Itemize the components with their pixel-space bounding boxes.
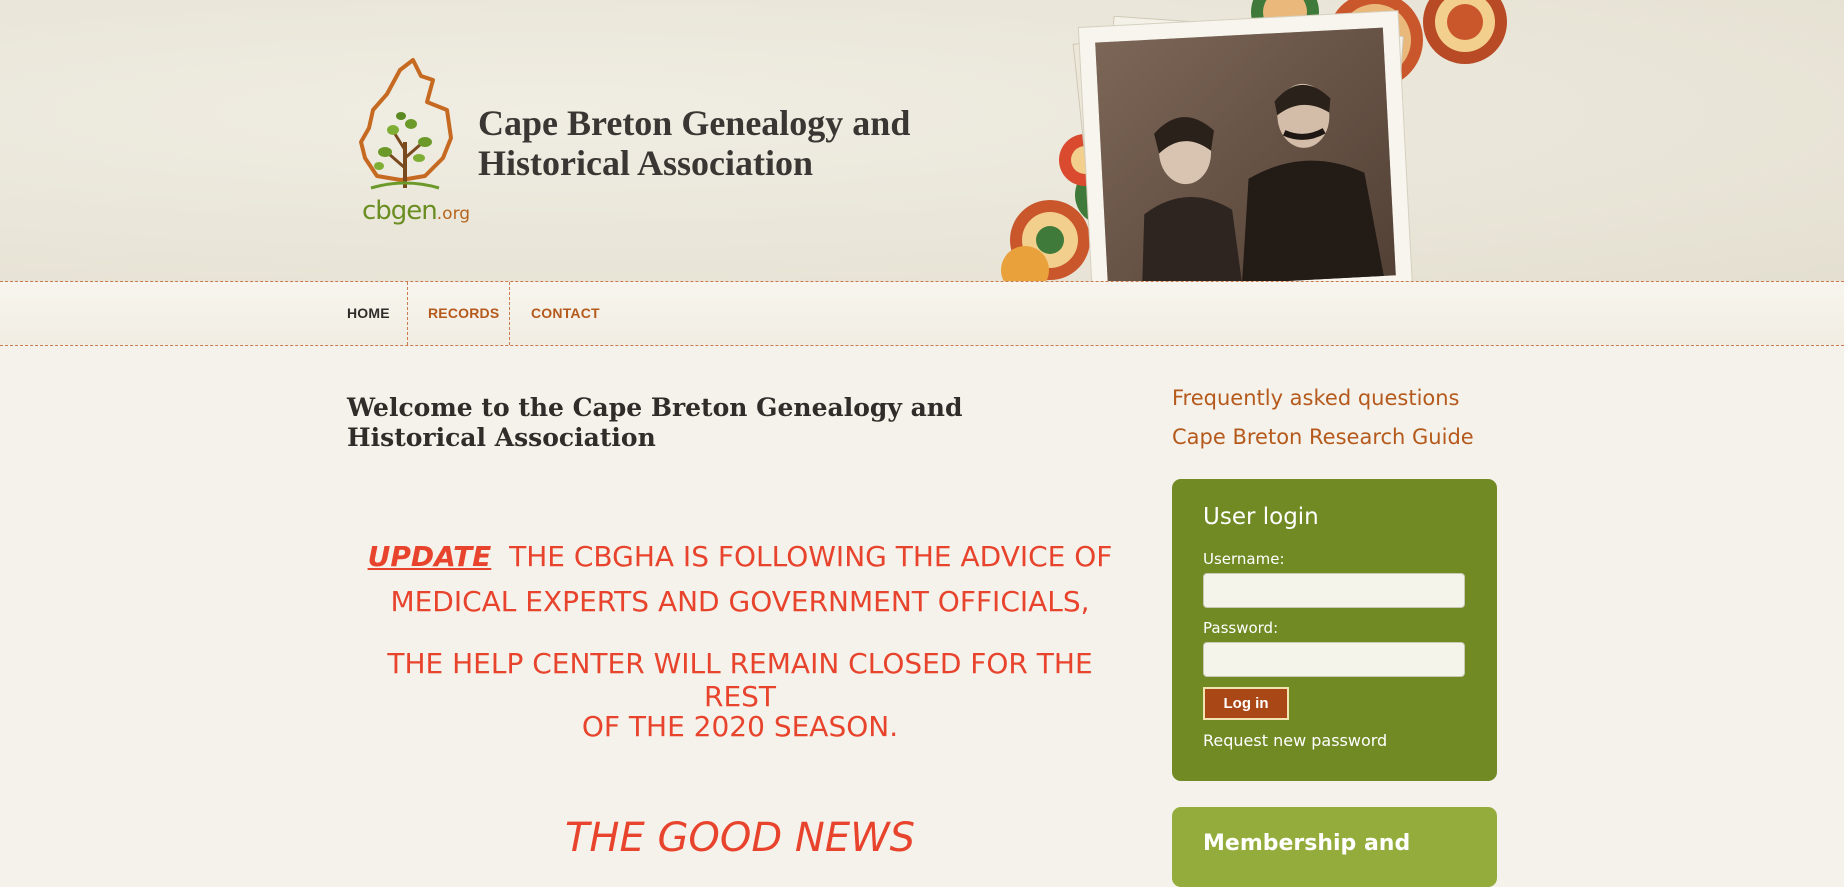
nav-contact[interactable]: CONTACT xyxy=(531,282,600,345)
username-label: Username: xyxy=(1203,550,1285,568)
logo-wordmark: cbgen.org xyxy=(362,196,470,226)
page-title: Welcome to the Cape Breton Genealogy and… xyxy=(347,393,963,452)
nav-divider xyxy=(509,282,510,345)
membership-block: Membership and xyxy=(1172,807,1497,887)
nav-home[interactable]: HOME xyxy=(347,282,390,345)
membership-title: Membership and xyxy=(1203,831,1411,856)
request-password-link[interactable]: Request new password xyxy=(1203,731,1387,750)
notice-line-1: UPDATE THE CBGHA IS FOLLOWING THE ADVICE… xyxy=(350,540,1130,573)
username-input[interactable] xyxy=(1203,573,1465,608)
good-news-heading: THE GOOD NEWS xyxy=(564,815,916,861)
password-label: Password: xyxy=(1203,619,1279,637)
main-nav: HOME RECORDS CONTACT xyxy=(0,281,1844,346)
password-input[interactable] xyxy=(1203,642,1465,677)
update-label: UPDATE xyxy=(367,540,492,573)
logo-suffix: .org xyxy=(436,204,471,224)
nav-records[interactable]: RECORDS xyxy=(428,282,499,345)
notice-text-1: THE CBGHA IS FOLLOWING THE ADVICE OF xyxy=(509,540,1113,573)
research-guide-link[interactable]: Cape Breton Research Guide xyxy=(1172,425,1474,449)
site-name[interactable]: Cape Breton Genealogy and Historical Ass… xyxy=(478,103,938,183)
nav-divider xyxy=(407,282,408,345)
notice-line-4: OF THE 2020 SEASON. xyxy=(581,710,899,743)
notice-line-2: MEDICAL EXPERTS AND GOVERNMENT OFFICIALS… xyxy=(390,585,1090,618)
site-header: cbgen.org Cape Breton Genealogy and Hist… xyxy=(0,0,1844,281)
notice-line-3: THE HELP CENTER WILL REMAIN CLOSED FOR T… xyxy=(387,647,1093,713)
faq-link[interactable]: Frequently asked questions xyxy=(1172,386,1460,410)
login-title: User login xyxy=(1203,504,1319,530)
site-name-line2: Historical Association xyxy=(478,143,813,183)
login-button[interactable]: Log in xyxy=(1203,687,1289,720)
user-login-block: User login Username: Password: Log in Re… xyxy=(1172,479,1497,781)
site-name-line1: Cape Breton Genealogy and xyxy=(478,103,911,143)
logo-text: cbgen xyxy=(362,196,438,226)
